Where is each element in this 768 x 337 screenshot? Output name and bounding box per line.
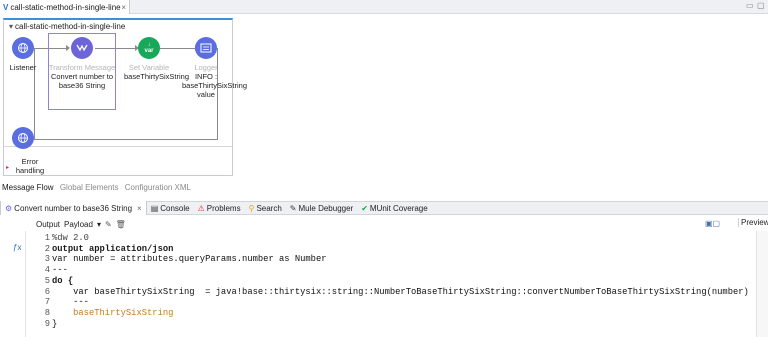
preview-button[interactable]: Preview <box>738 218 768 227</box>
error-marker-icon: ▸ <box>6 165 10 171</box>
code-text: %dw 2.0 <box>52 233 89 243</box>
listener-node[interactable]: Listener <box>4 63 42 72</box>
search-icon: ⚲ <box>248 203 255 213</box>
code-line: 5 do { <box>28 276 768 287</box>
logger-label: INFO : baseThirtySixString value <box>182 72 248 99</box>
tab-mule-debugger[interactable]: ✎ Mule Debugger <box>286 201 357 215</box>
transform-icon: ⚙ <box>5 203 13 213</box>
tab-transform-editor[interactable]: ⚙ Convert number to base36 String × <box>0 201 147 215</box>
code-text: baseThirtySixString <box>52 307 174 318</box>
tab-label: MUnit Coverage <box>369 203 428 213</box>
connector-line <box>34 48 35 140</box>
tab-label: Search <box>256 203 282 213</box>
maximize-icon[interactable]: ▢ <box>757 1 765 10</box>
console-icon: ▤ <box>150 203 159 213</box>
line-number: 3 <box>44 254 50 265</box>
output-bar: Output Payload ▾ ✎ 🗑 <box>36 218 130 230</box>
set-variable-node[interactable]: Set Variable baseThirtySixString <box>124 63 189 81</box>
code-line: 3 var number = attributes.queryParams.nu… <box>28 254 768 265</box>
code-line: 6 var baseThirtySixString = java!base::t… <box>28 287 768 298</box>
problems-icon: ⚠ <box>197 203 205 213</box>
panel-tab-bar: ⚙ Convert number to base36 String × ▤ Co… <box>0 201 768 215</box>
transform-type-label: Transform Message <box>48 63 116 72</box>
error-handling-divider <box>4 146 232 147</box>
tab-label: Problems <box>206 203 241 213</box>
function-icon[interactable]: ƒx <box>13 243 21 252</box>
error-handling-label: Error handling <box>15 157 45 175</box>
code-line: 9 } <box>28 319 768 330</box>
line-number: 7 <box>44 297 50 308</box>
transform-node[interactable]: Transform Message Convert number to base… <box>48 63 116 90</box>
close-icon[interactable]: × <box>137 204 142 213</box>
line-number: 2 <box>44 243 50 254</box>
output-label: Output <box>36 219 61 229</box>
dataweave-editor[interactable]: 1 %dw 2.0 2 output application/json 3 va… <box>28 233 768 337</box>
tab-label: Console <box>160 203 190 213</box>
connector-line <box>159 48 197 49</box>
code-text: --- <box>52 265 68 276</box>
tab-console[interactable]: ▤ Console <box>147 201 194 215</box>
layout-toggle-icons[interactable]: ▣▢ <box>705 219 720 228</box>
line-number: 6 <box>44 286 50 297</box>
line-number: 8 <box>44 307 50 318</box>
tab-munit-coverage[interactable]: ✔ MUnit Coverage <box>357 201 432 215</box>
code-line: 7 --- <box>28 297 768 308</box>
code-text: do { <box>52 275 74 286</box>
code-text: output application/json <box>52 243 174 254</box>
code-line: 8 baseThirtySixString <box>28 308 768 319</box>
logger-icon[interactable] <box>195 37 217 59</box>
tab-label: Mule Debugger <box>298 203 354 213</box>
set-variable-icon[interactable]: ↓ var <box>138 37 160 59</box>
line-number: 9 <box>44 318 50 329</box>
transform-icon[interactable] <box>71 37 93 59</box>
vertical-scrollbar[interactable] <box>756 231 768 337</box>
logger-type-label: Logger <box>194 63 218 72</box>
close-icon[interactable]: × <box>121 3 126 12</box>
line-number: 4 <box>44 265 50 276</box>
code-text: var baseThirtySixString = java!base::thi… <box>52 286 749 297</box>
coverage-icon: ✔ <box>361 203 368 213</box>
transform-label: Convert number to base36 String <box>50 72 114 90</box>
globe-icon[interactable] <box>12 37 34 59</box>
code-text: --- <box>52 297 89 308</box>
delete-icon[interactable]: 🗑 <box>116 220 126 229</box>
chevron-down-icon[interactable]: ▾ <box>97 220 101 229</box>
set-variable-label: baseThirtySixString <box>124 72 190 81</box>
tab-search[interactable]: ⚲ Search <box>245 201 286 215</box>
flow-title[interactable]: call-static-method-in-single-line <box>9 22 125 31</box>
editor-tab-label: call-static-method-in-single-line <box>10 2 121 12</box>
minimize-icon[interactable]: ▭ <box>746 1 754 10</box>
tab-message-flow[interactable]: Message Flow <box>2 183 54 192</box>
editor-tab[interactable]: V call-static-method-in-single-line × <box>0 0 130 14</box>
code-line: 4 --- <box>28 265 768 276</box>
line-number: 1 <box>44 233 50 243</box>
connector-line <box>35 139 218 140</box>
edit-icon[interactable]: ✎ <box>105 220 112 229</box>
output-select[interactable]: Payload <box>64 220 93 229</box>
code-text: } <box>52 318 58 329</box>
debugger-icon: ✎ <box>289 203 297 213</box>
tab-configuration-xml[interactable]: Configuration XML <box>125 183 191 192</box>
flow-canvas: call-static-method-in-single-line Listen… <box>3 18 247 176</box>
mule-file-icon: V <box>3 2 9 12</box>
listener-label: Listener <box>9 63 37 72</box>
set-variable-type-label: Set Variable <box>128 63 170 72</box>
tab-problems[interactable]: ⚠ Problems <box>194 201 245 215</box>
flow-view-tabs: Message Flow Global Elements Configurati… <box>2 183 195 192</box>
globe-icon[interactable] <box>12 127 34 149</box>
editor-tab-bar: V call-static-method-in-single-line × ▭ … <box>0 0 768 14</box>
code-line: 1 %dw 2.0 <box>28 233 768 244</box>
tab-label: Convert number to base36 String <box>14 203 133 213</box>
logger-node[interactable]: Logger INFO : baseThirtySixString value <box>182 63 247 99</box>
line-number: 5 <box>44 275 50 286</box>
code-line: 2 output application/json <box>28 244 768 255</box>
tab-global-elements[interactable]: Global Elements <box>60 183 119 192</box>
code-text: var number = attributes.queryParams.numb… <box>52 254 327 265</box>
error-handling-node[interactable]: Error handling <box>10 157 50 175</box>
